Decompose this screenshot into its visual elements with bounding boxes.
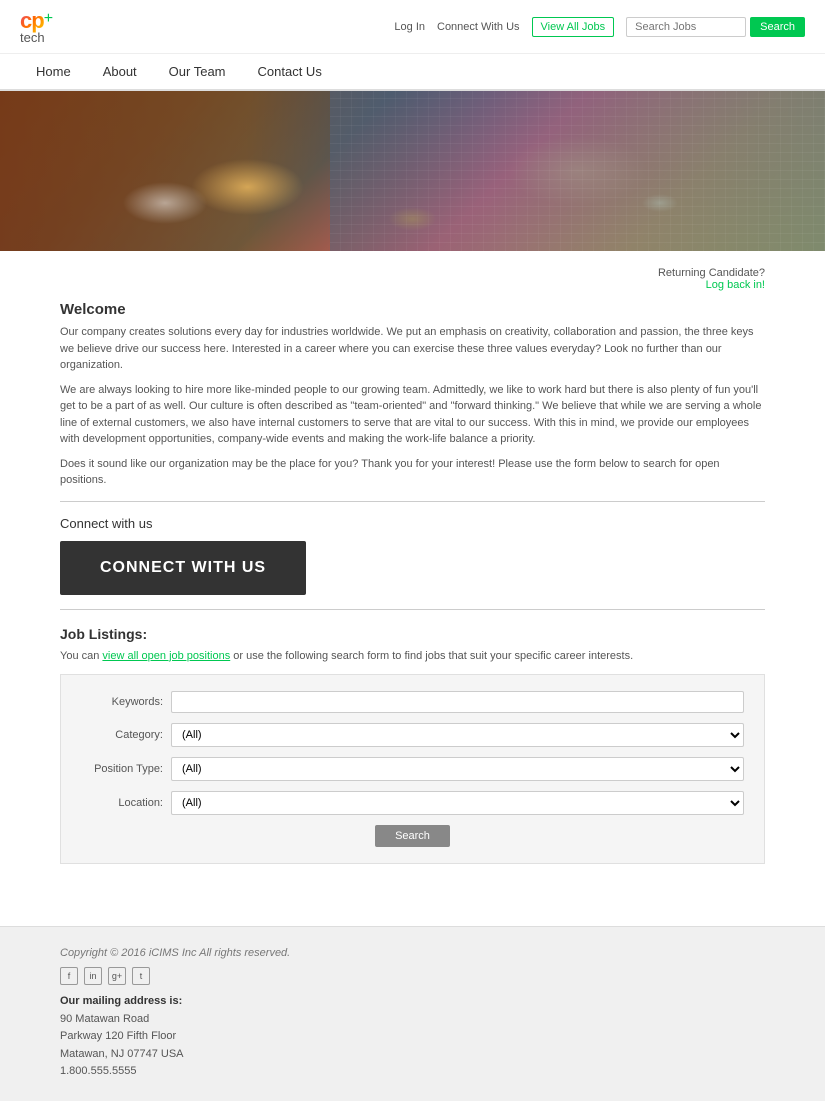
job-search-form: Keywords: Category: (All) Position Type:… <box>60 674 765 864</box>
category-row: Category: (All) <box>81 723 744 747</box>
address-line-3: Matawan, NJ 07747 USA <box>60 1046 765 1064</box>
connect-section: Connect with us CONNECT WITH US <box>60 516 765 595</box>
location-select[interactable]: (All) <box>171 791 744 815</box>
top-nav-links: Log In Connect With Us View All Jobs Sea… <box>394 17 805 37</box>
logo: cp+ tech <box>20 8 53 45</box>
footer-address-title: Our mailing address is: <box>60 995 765 1007</box>
job-listings-title: Job Listings: <box>60 626 765 642</box>
section-divider-2 <box>60 609 765 610</box>
logo-plus-icon: + <box>44 10 53 27</box>
connect-section-title: Connect with us <box>60 516 765 531</box>
welcome-para2: We are always looking to hire more like-… <box>60 382 765 448</box>
login-link[interactable]: Log In <box>394 21 425 33</box>
keywords-row: Keywords: <box>81 691 744 713</box>
connect-with-us-link[interactable]: Connect With Us <box>437 21 520 33</box>
position-type-label: Position Type: <box>81 763 171 775</box>
content-area: Returning Candidate? Log back in! Welcom… <box>0 251 825 896</box>
keywords-input[interactable] <box>171 691 744 713</box>
job-listings-prefix: You can <box>60 650 102 662</box>
job-listings-suffix: or use the following search form to find… <box>230 650 633 662</box>
address-line-4: 1.800.555.5555 <box>60 1063 765 1081</box>
top-bar: cp+ tech Log In Connect With Us View All… <box>0 0 825 54</box>
hero-buildings <box>330 91 825 251</box>
welcome-title: Welcome <box>60 301 765 318</box>
welcome-para1: Our company creates solutions every day … <box>60 324 765 374</box>
hero-image <box>0 91 825 251</box>
view-all-positions-link[interactable]: view all open job positions <box>102 650 230 662</box>
logo-tech-text: tech <box>20 30 53 45</box>
position-type-select[interactable]: (All) <box>171 757 744 781</box>
footer: Copyright © 2016 iCIMS Inc All rights re… <box>0 926 825 1101</box>
view-all-jobs-button[interactable]: View All Jobs <box>532 17 615 37</box>
welcome-section: Welcome Our company creates solutions ev… <box>60 301 765 489</box>
address-line-1: 90 Matawan Road <box>60 1011 765 1029</box>
location-label: Location: <box>81 797 171 809</box>
job-listings-section: Job Listings: You can view all open job … <box>60 626 765 864</box>
main-nav: Home About Our Team Contact Us <box>0 54 825 91</box>
category-select[interactable]: (All) <box>171 723 744 747</box>
footer-address: 90 Matawan Road Parkway 120 Fifth Floor … <box>60 1011 765 1081</box>
social-icons: f in g+ t <box>60 967 765 985</box>
facebook-icon[interactable]: f <box>60 967 78 985</box>
returning-text: Returning Candidate? <box>658 267 765 279</box>
nav-contact-us[interactable]: Contact Us <box>242 54 338 89</box>
log-back-in-link[interactable]: Log back in! <box>706 279 765 291</box>
keywords-label: Keywords: <box>81 696 171 708</box>
nav-about[interactable]: About <box>87 54 153 89</box>
returning-candidate: Returning Candidate? Log back in! <box>60 267 765 291</box>
location-row: Location: (All) <box>81 791 744 815</box>
position-type-row: Position Type: (All) <box>81 757 744 781</box>
search-button[interactable]: Search <box>750 17 805 37</box>
form-search-button[interactable]: Search <box>375 825 450 847</box>
section-divider-1 <box>60 501 765 502</box>
address-line-2: Parkway 120 Fifth Floor <box>60 1028 765 1046</box>
welcome-para3: Does it sound like our organization may … <box>60 456 765 489</box>
connect-with-us-button[interactable]: CONNECT WITH US <box>60 541 306 595</box>
footer-copyright: Copyright © 2016 iCIMS Inc All rights re… <box>60 947 765 959</box>
nav-home[interactable]: Home <box>20 54 87 89</box>
twitter-icon[interactable]: t <box>132 967 150 985</box>
search-input[interactable] <box>626 17 746 37</box>
nav-our-team[interactable]: Our Team <box>153 54 242 89</box>
google-plus-icon[interactable]: g+ <box>108 967 126 985</box>
category-label: Category: <box>81 729 171 741</box>
search-bar: Search <box>626 17 805 37</box>
job-listings-description: You can view all open job positions or u… <box>60 650 765 662</box>
linkedin-icon[interactable]: in <box>84 967 102 985</box>
